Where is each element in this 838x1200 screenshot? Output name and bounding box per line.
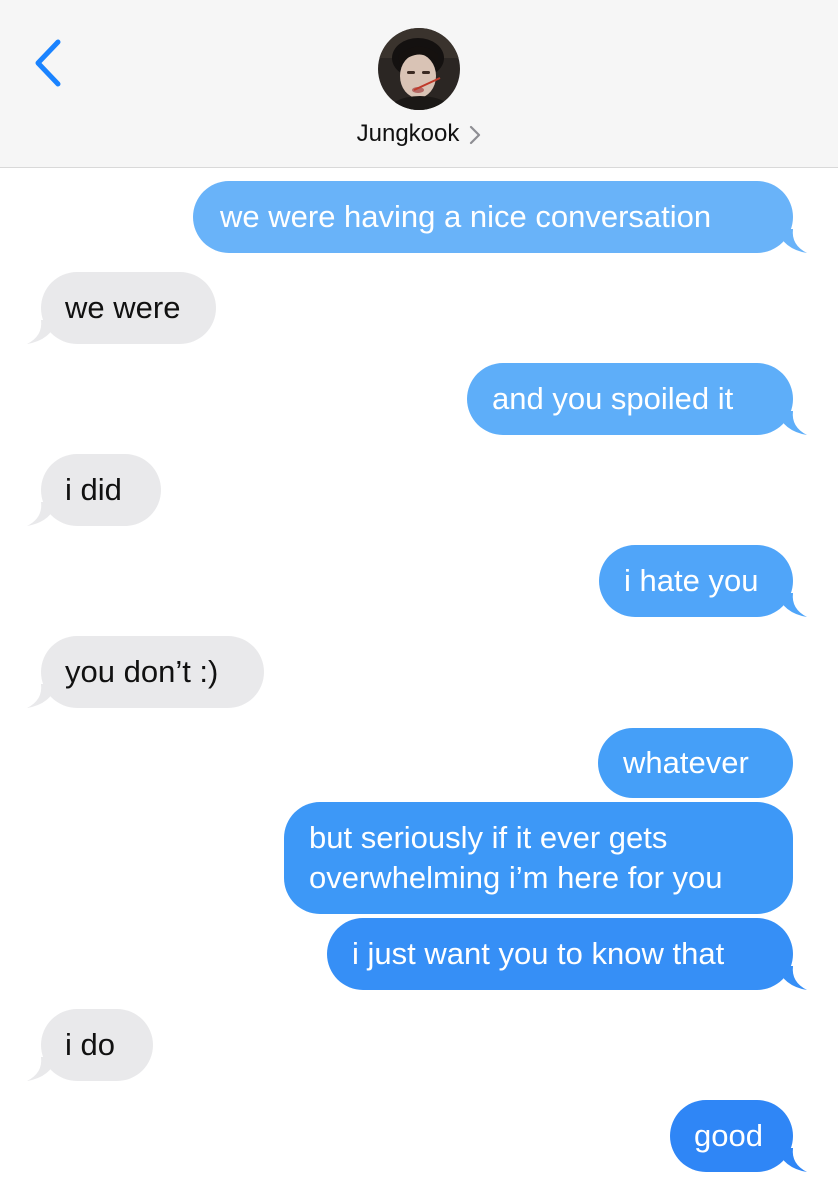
sent-message-bubble[interactable]: i just want you to know that <box>327 918 807 990</box>
bubble-tail <box>777 1148 807 1172</box>
message-text: whatever <box>623 745 749 780</box>
received-message-bubble[interactable]: i do <box>27 1009 153 1081</box>
message-text: i just want you to know that <box>352 936 725 971</box>
sent-message-bubble[interactable]: whatever <box>598 728 793 798</box>
sent-message-bubble[interactable]: we were having a nice conversation <box>193 181 807 253</box>
bubble-tail <box>777 229 807 253</box>
bubble-tail <box>777 593 807 617</box>
chevron-left-icon <box>35 39 61 87</box>
bubble-tail <box>777 966 807 990</box>
sent-message-bubble[interactable]: good <box>670 1100 807 1172</box>
received-message-bubble[interactable]: you don’t :) <box>27 636 264 708</box>
sent-message-bubble[interactable]: and you spoiled it <box>467 363 807 435</box>
bubble-tail <box>27 502 57 526</box>
message-text-line-1: but seriously if it ever gets <box>309 820 668 855</box>
message-text: good <box>694 1118 763 1153</box>
message-text: and you spoiled it <box>492 381 734 416</box>
avatar-image <box>378 28 460 110</box>
bubble-tail <box>27 1057 57 1081</box>
message-text: i hate you <box>624 563 759 598</box>
message-text: i did <box>65 472 122 507</box>
back-button[interactable] <box>26 36 70 90</box>
received-message-bubble[interactable]: we were <box>27 272 216 344</box>
bubble-tail <box>777 411 807 435</box>
bubble-tail <box>27 320 57 344</box>
bubble-tail <box>27 684 57 708</box>
contact-avatar[interactable] <box>378 28 460 110</box>
contact-name-button[interactable]: Jungkook <box>0 116 838 152</box>
sent-message-bubble[interactable]: i hate you <box>599 545 807 617</box>
message-text: i do <box>65 1027 115 1062</box>
contact-name: Jungkook <box>356 120 460 147</box>
conversation-header: Jungkook <box>0 0 838 168</box>
received-message-bubble[interactable]: i did <box>27 454 161 526</box>
message-text: we were <box>65 290 181 325</box>
message-text: we were having a nice conversation <box>220 199 712 234</box>
message-text-line-2: overwhelming i’m here for you <box>309 860 723 895</box>
message-text: you don’t :) <box>65 654 219 689</box>
sent-message-bubble[interactable]: but seriously if it ever gets overwhelmi… <box>284 802 793 914</box>
chevron-right-icon <box>469 125 481 145</box>
